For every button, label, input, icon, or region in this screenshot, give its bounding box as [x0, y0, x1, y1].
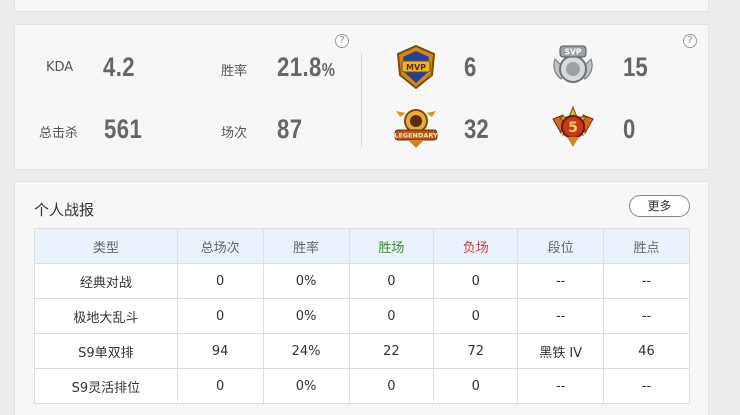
cell-win-rate: 0% — [262, 263, 350, 299]
stats-divider — [361, 53, 362, 147]
cell-rank: -- — [517, 368, 605, 404]
cell-wins: 0 — [348, 298, 435, 334]
cell-lp: -- — [603, 263, 690, 299]
cell-total: 94 — [176, 333, 264, 369]
svg-text:SVP: SVP — [565, 48, 582, 57]
table-row: S9单双排 94 24% 22 72 黑铁 IV 46 — [34, 333, 690, 369]
table-row: 极地大乱斗 0 0% 0 0 -- -- — [34, 298, 690, 334]
svp-count: 15 — [623, 52, 648, 82]
kda-label: KDA — [46, 60, 74, 75]
cell-lp: -- — [603, 368, 690, 404]
top-card — [14, 0, 709, 12]
cell-total: 0 — [176, 263, 264, 299]
legendary-count: 32 — [464, 114, 489, 144]
header-rank: 段位 — [517, 228, 605, 264]
cell-type: S9灵活排位 — [34, 368, 178, 404]
cell-win-rate: 0% — [262, 298, 350, 334]
header-win-rate: 胜率 — [262, 228, 350, 264]
cell-total: 0 — [176, 368, 264, 404]
cell-losses: 0 — [433, 263, 519, 299]
header-losses: 负场 — [433, 228, 519, 264]
cell-lp: -- — [603, 298, 690, 334]
cell-type: 经典对战 — [34, 263, 178, 299]
penta-kill-count: 0 — [623, 114, 636, 144]
header-wins: 胜场 — [348, 228, 435, 264]
table-row: 经典对战 0 0% 0 0 -- -- — [34, 263, 690, 299]
svg-text:MVP: MVP — [406, 63, 426, 72]
cell-losses: 72 — [433, 333, 519, 369]
kda-value: 4.2 — [103, 52, 136, 82]
cell-rank: -- — [517, 263, 605, 299]
header-type: 类型 — [34, 228, 178, 264]
svg-text:LEGENDARY: LEGENDARY — [394, 132, 438, 140]
total-kills-value: 561 — [104, 114, 143, 144]
cell-losses: 0 — [433, 368, 519, 404]
help-icon[interactable]: ? — [335, 34, 349, 48]
header-total: 总场次 — [176, 228, 264, 264]
table-row: S9灵活排位 0 0% 0 0 -- -- — [34, 368, 690, 404]
stats-card: ? ? KDA 4.2 胜率 21.8% 总击杀 561 场次 87 MVP 6… — [14, 24, 709, 170]
cell-win-rate: 24% — [262, 333, 350, 369]
header-lp: 胜点 — [603, 228, 690, 264]
win-rate-value: 21.8% — [277, 52, 336, 82]
matches-value: 87 — [277, 114, 303, 144]
svp-badge-icon: SVP — [553, 45, 593, 83]
legendary-badge-icon: LEGENDARY — [394, 109, 438, 148]
cell-type: S9单双排 — [34, 333, 178, 369]
cell-win-rate: 0% — [262, 368, 350, 404]
cell-losses: 0 — [433, 298, 519, 334]
report-table: 类型 总场次 胜率 胜场 负场 段位 胜点 经典对战 0 0% 0 0 -- -… — [34, 228, 690, 404]
svg-text:5: 5 — [568, 120, 578, 136]
table-header-row: 类型 总场次 胜率 胜场 负场 段位 胜点 — [34, 228, 690, 264]
matches-label: 场次 — [221, 126, 248, 141]
help-icon[interactable]: ? — [683, 34, 697, 48]
cell-rank: 黑铁 IV — [517, 333, 605, 369]
cell-wins: 22 — [348, 333, 435, 369]
cell-rank: -- — [517, 298, 605, 334]
more-button[interactable]: 更多 — [629, 195, 690, 217]
mvp-badge-icon: MVP — [396, 44, 436, 90]
report-card: 个人战报 更多 类型 总场次 胜率 胜场 负场 段位 胜点 经典对战 0 0% … — [14, 181, 709, 415]
cell-wins: 0 — [348, 263, 435, 299]
penta-kill-badge-icon: 5 — [552, 105, 594, 147]
report-title: 个人战报 — [34, 201, 95, 219]
mvp-count: 6 — [464, 52, 477, 82]
cell-type: 极地大乱斗 — [34, 298, 178, 334]
cell-lp: 46 — [603, 333, 690, 369]
win-rate-label: 胜率 — [221, 64, 248, 79]
cell-total: 0 — [176, 298, 264, 334]
total-kills-label: 总击杀 — [39, 126, 79, 141]
cell-wins: 0 — [348, 368, 435, 404]
